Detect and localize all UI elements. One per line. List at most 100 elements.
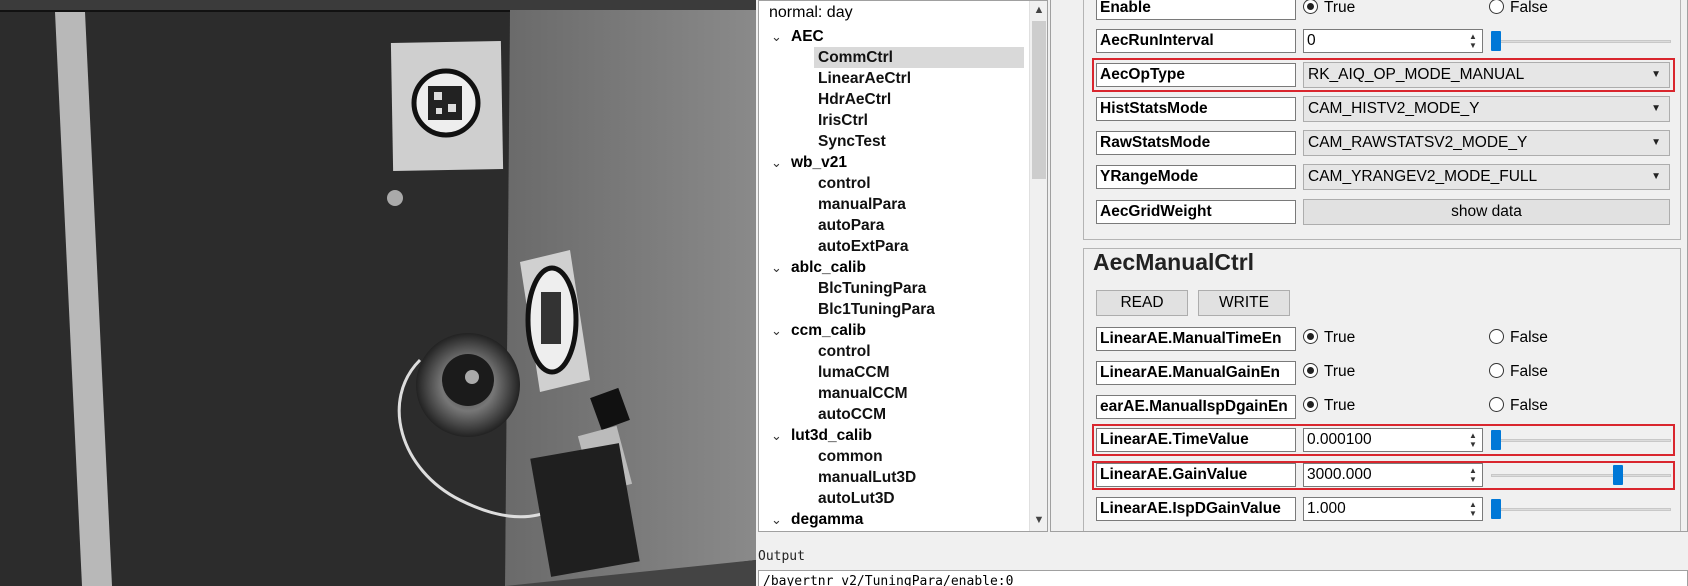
tree-item[interactable]: manualLut3D [814,467,1024,488]
yrange-dropdown[interactable]: CAM_YRANGEV2_MODE_FULL ▼ [1303,164,1670,190]
tree-group-label: lut3d_calib [791,427,872,444]
gain-value-slider[interactable] [1491,463,1671,487]
enable-true-radio[interactable]: True [1303,0,1355,19]
time-value-slider[interactable] [1491,428,1671,452]
tree-item-label: LinearAeCtrl [818,70,912,87]
camera-frame-image [0,0,756,586]
time-en-true-radio[interactable]: True [1303,327,1355,349]
tree-item-label: autoExtPara [818,238,909,255]
tree-item[interactable]: control [814,173,1024,194]
chevron-down-icon: ▼ [1651,137,1661,148]
spin-arrows-icon[interactable]: ▲ ▼ [1466,500,1480,518]
tree-item-label: CommCtrl [818,49,893,66]
ispd-gain-slider[interactable] [1491,497,1671,521]
tree-group[interactable]: ⌄ degamma [759,509,1029,530]
section-title-manual-ctrl: AecManualCtrl [1093,249,1255,275]
read-button[interactable]: READ [1096,290,1188,316]
tree-item-label: autoLut3D [818,490,895,507]
time-value-spinbox[interactable]: 0.000100 ▲ ▼ [1303,428,1483,452]
ispd-en-false-radio[interactable]: False [1489,395,1548,417]
tree-item[interactable]: BlcTuningPara [814,278,1024,299]
ispd-en-true-radio[interactable]: True [1303,395,1355,417]
tree-item[interactable]: HdrAeCtrl [814,89,1024,110]
write-button[interactable]: WRITE [1198,290,1290,316]
tree-group-label: degamma [791,511,864,528]
param-label-gain-value: LinearAE.GainValue [1096,463,1296,487]
chevron-down-icon[interactable]: ⌄ [771,509,785,530]
chevron-down-icon: ▼ [1651,69,1661,80]
scroll-down-icon[interactable]: ▼ [1030,511,1047,529]
param-label-ispd-gain: LinearAE.IspDGainValue [1096,497,1296,521]
param-label-time-en: LinearAE.ManualTimeEn [1096,327,1296,351]
tree-item[interactable]: autoExtPara [814,236,1024,257]
parameters-panel: Enable True False AecRunInterval 0 ▲ ▼ Aec… [1050,0,1688,532]
time-en-false-radio[interactable]: False [1489,327,1548,349]
chevron-down-icon[interactable]: ⌄ [771,26,785,47]
param-label-grid-weight: AecGridWeight [1096,200,1296,224]
chevron-down-icon: ▼ [1651,103,1661,114]
tree-group-label: ablc_calib [791,259,866,276]
radio-unchecked-icon [1489,329,1504,344]
tree-item[interactable]: autoPara [814,215,1024,236]
gain-en-false-radio[interactable]: False [1489,361,1548,383]
tree-item-label: BlcTuningPara [818,280,927,297]
chevron-down-icon[interactable]: ⌄ [771,257,785,278]
tree-group[interactable]: ⌄ lut3d_calib [759,425,1029,446]
tree-scrollbar[interactable]: ▲ ▼ [1029,1,1047,531]
scroll-up-icon[interactable]: ▲ [1030,1,1047,19]
tree-item[interactable]: manualCCM [814,383,1024,404]
tree-item[interactable]: common [814,446,1024,467]
radio-unchecked-icon [1489,363,1504,378]
tree-item[interactable]: LinearAeCtrl [814,68,1024,89]
op-type-dropdown[interactable]: RK_AIQ_OP_MODE_MANUAL ▼ [1303,62,1670,88]
param-label-enable: Enable [1096,0,1296,20]
tree-item[interactable]: SyncTest [814,131,1024,152]
tree-item[interactable]: control [814,341,1024,362]
param-label-gain-en: LinearAE.ManualGainEn [1096,361,1296,385]
show-data-button[interactable]: show data [1303,199,1670,225]
ispd-gain-spinbox[interactable]: 1.000 ▲ ▼ [1303,497,1483,521]
tree-item[interactable]: IrisCtrl [814,110,1024,131]
tree-item[interactable]: Blc1TuningPara [814,299,1024,320]
output-log[interactable]: /bayertnr_v2/TuningPara/enable:0 [758,570,1688,586]
gain-value-spinbox[interactable]: 3000.000 ▲ ▼ [1303,463,1483,487]
raw-stats-dropdown[interactable]: CAM_RAWSTATSV2_MODE_Y ▼ [1303,130,1670,156]
slider-handle[interactable] [1491,499,1501,519]
chevron-down-icon[interactable]: ⌄ [771,425,785,446]
scrollbar-thumb[interactable] [1032,21,1046,179]
tree-group-label: AEC [791,28,824,45]
tuning-tree-panel[interactable]: normal: day ⌄ AEC CommCtrl LinearAeCtrl HdrA… [758,0,1048,532]
run-interval-slider[interactable] [1491,29,1671,53]
output-log-line: /bayertnr_v2/TuningPara/enable:0 [763,574,1014,586]
tree-group[interactable]: ⌄ wb_v21 [759,152,1029,173]
slider-handle[interactable] [1613,465,1623,485]
tree-item[interactable]: CommCtrl [814,47,1024,68]
param-label-op-type: AecOpType [1096,63,1296,87]
tree-group[interactable]: ⌄ ablc_calib [759,257,1029,278]
tree-item-label: Blc1TuningPara [818,301,935,318]
tree-group-label: ccm_calib [791,322,866,339]
tree-item[interactable]: manualPara [814,194,1024,215]
run-interval-spinbox[interactable]: 0 ▲ ▼ [1303,29,1483,53]
param-label-time-value: LinearAE.TimeValue [1096,428,1296,452]
hist-stats-dropdown[interactable]: CAM_HISTV2_MODE_Y ▼ [1303,96,1670,122]
tree-group[interactable]: ⌄ AEC [759,26,1029,47]
tree-item[interactable]: autoCCM [814,404,1024,425]
tree-item-label: manualPara [818,196,906,213]
tree-item[interactable]: lumaCCM [814,362,1024,383]
chevron-down-icon[interactable]: ⌄ [771,320,785,341]
tree-group[interactable]: ⌄ ccm_calib [759,320,1029,341]
slider-handle[interactable] [1491,31,1501,51]
enable-false-radio[interactable]: False [1489,0,1548,19]
chevron-down-icon[interactable]: ⌄ [771,152,785,173]
tree-item[interactable]: autoLut3D [814,488,1024,509]
tree-group-label: wb_v21 [791,154,848,171]
slider-track [1491,474,1671,477]
gain-en-true-radio[interactable]: True [1303,361,1355,383]
param-label-hist-stats: HistStatsMode [1096,97,1296,121]
param-label-run-interval: AecRunInterval [1096,29,1296,53]
spin-arrows-icon[interactable]: ▲ ▼ [1466,466,1480,484]
slider-handle[interactable] [1491,430,1501,450]
spin-arrows-icon[interactable]: ▲ ▼ [1466,431,1480,449]
spin-arrows-icon[interactable]: ▲ ▼ [1466,32,1480,50]
